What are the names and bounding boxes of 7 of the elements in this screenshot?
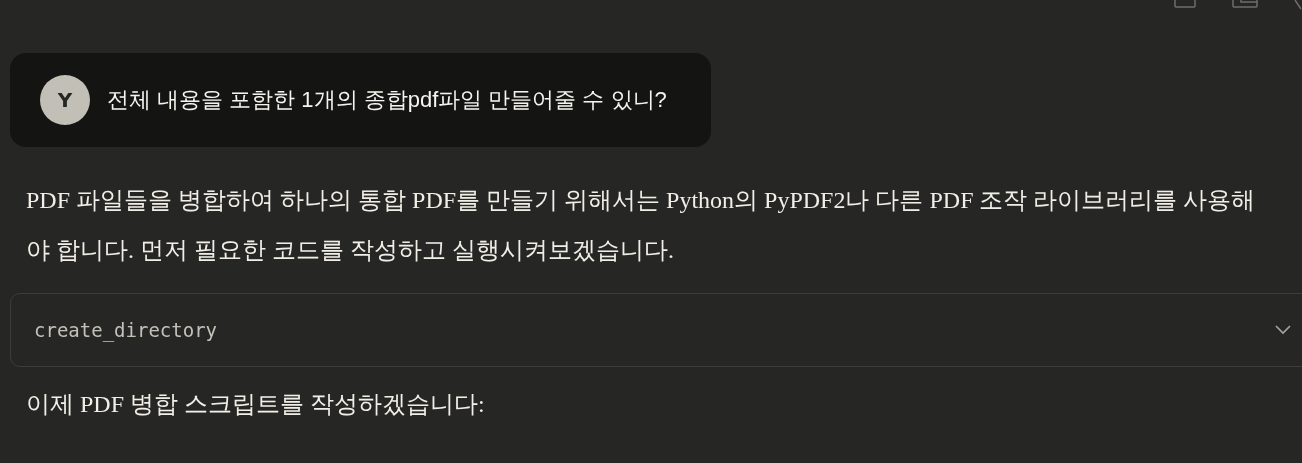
response-paragraph: PDF 파일들을 병합하여 하나의 통합 PDF를 만들기 위해서는 Python의 PyPDF2나 다른 PDF 조작 라이브러리를 사용해야 합니다. 먼저 필요한 코드를 작성하고 실행시켜보겠습니다. — [26, 186, 1257, 265]
user-message-text: 전체 내용을 포함한 1개의 종합pdf파일 만들어줄 수 있니? — [107, 86, 667, 114]
response-paragraph: 이제 PDF 병합 스크립트를 작성하겠습니다: — [26, 390, 486, 419]
user-avatar: Y — [40, 75, 90, 125]
tool-call-panel[interactable]: create_directory — [10, 293, 1302, 367]
panel-icon[interactable] — [1232, 0, 1258, 8]
tool-name: create_directory — [34, 319, 218, 341]
